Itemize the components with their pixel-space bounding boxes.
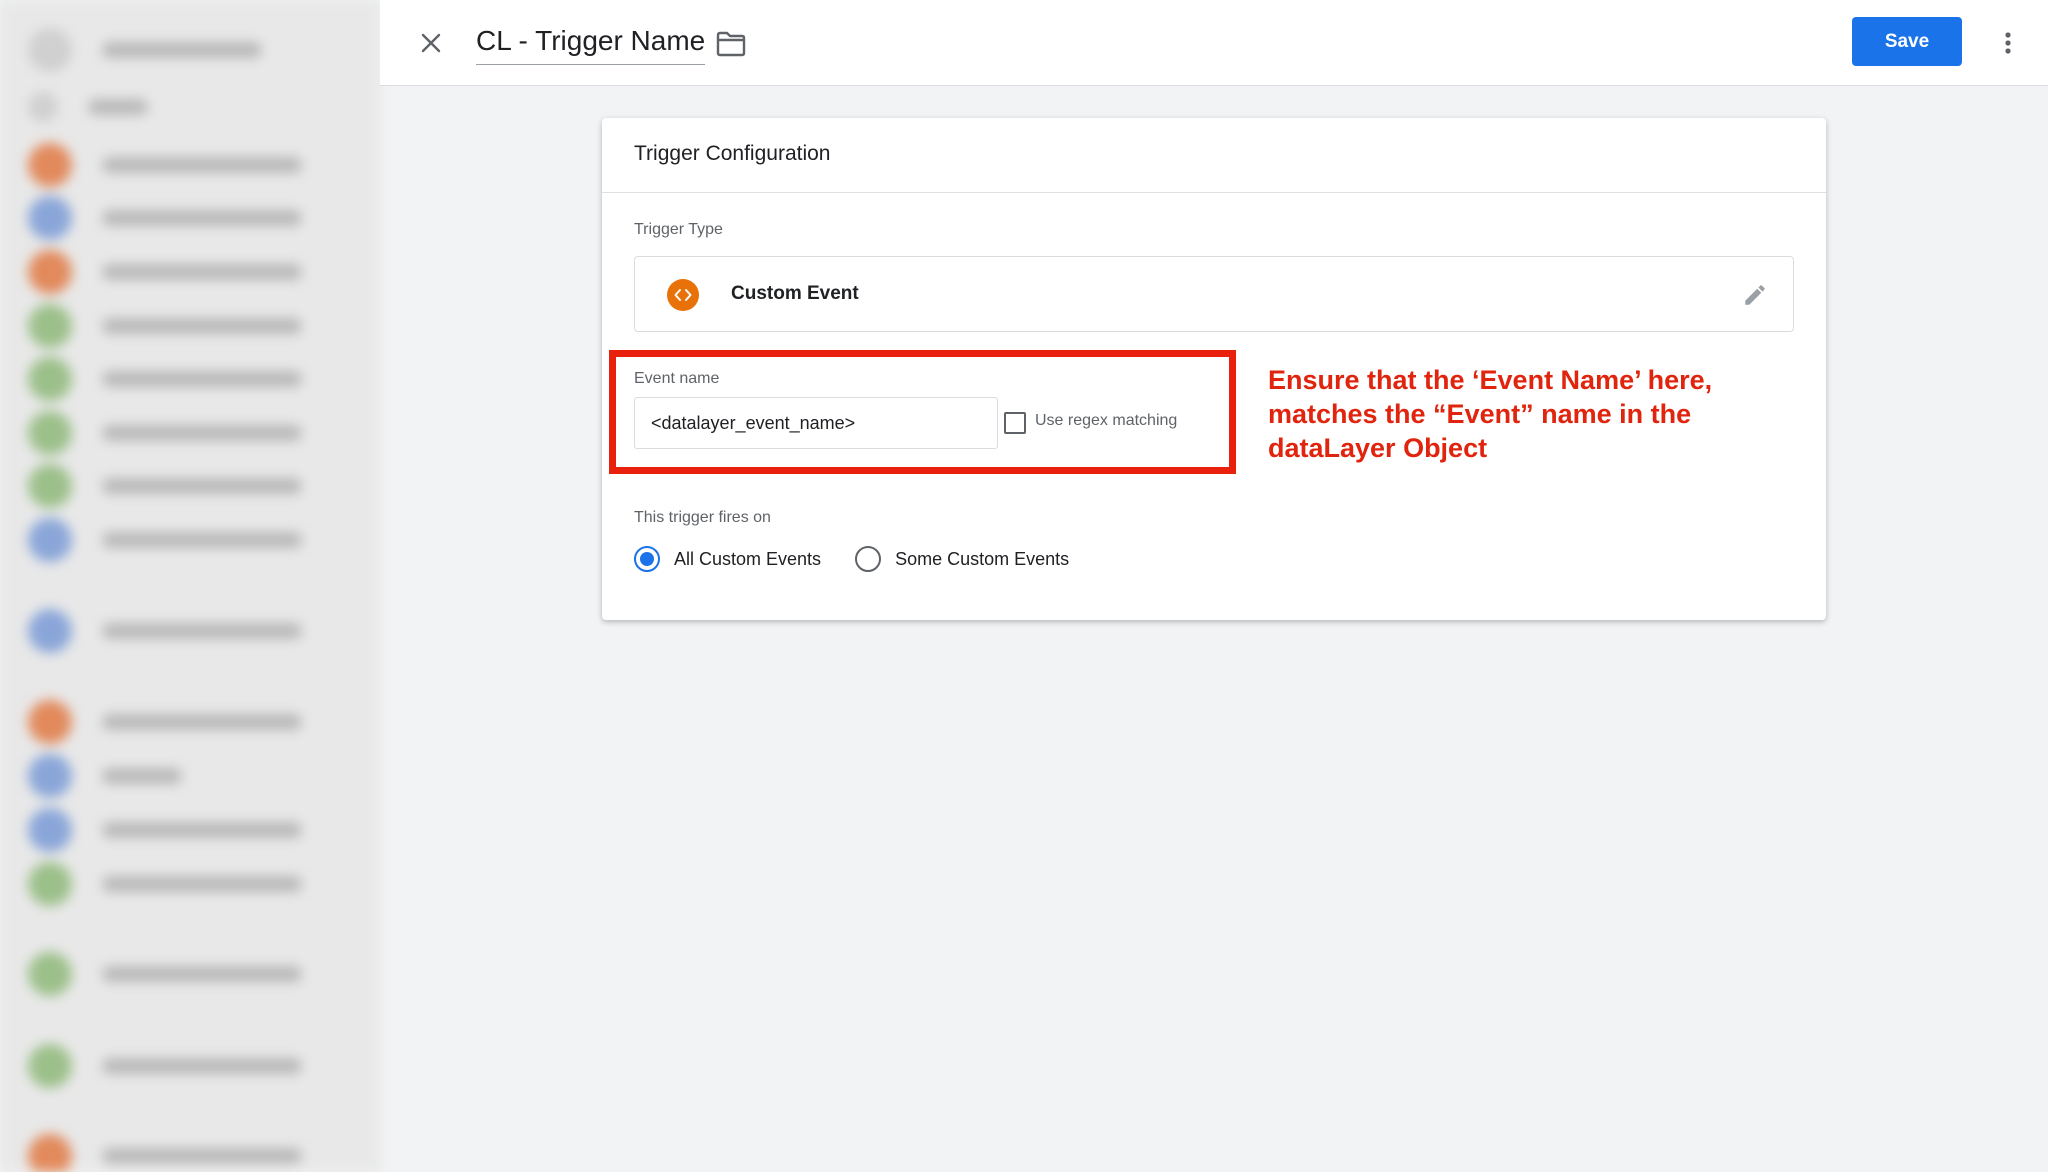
list-item bbox=[28, 1044, 302, 1088]
list-item bbox=[28, 808, 302, 852]
editor-header: CL - Trigger Name Save bbox=[380, 0, 2048, 86]
folder-button[interactable] bbox=[712, 26, 750, 62]
trigger-type-selector[interactable]: Custom Event bbox=[634, 256, 1794, 332]
save-button[interactable]: Save bbox=[1852, 17, 1962, 66]
regex-checkbox-label: Use regex matching bbox=[1035, 412, 1178, 429]
card-title: Trigger Configuration bbox=[634, 142, 831, 165]
trigger-title[interactable]: CL - Trigger Name bbox=[476, 24, 706, 65]
trigger-type-label: Trigger Type bbox=[634, 221, 723, 238]
list-item bbox=[28, 1134, 302, 1172]
regex-checkbox[interactable] bbox=[1004, 412, 1026, 434]
background-list-panel bbox=[0, 0, 380, 1172]
close-button[interactable] bbox=[410, 22, 452, 64]
all-custom-events-label[interactable]: All Custom Events bbox=[674, 549, 821, 570]
card-divider bbox=[602, 192, 1826, 193]
annotation-text: Ensure that the ‘Event Name’ here, match… bbox=[1268, 365, 1713, 463]
some-custom-events-label[interactable]: Some Custom Events bbox=[895, 549, 1069, 570]
list-item bbox=[28, 250, 302, 294]
close-icon bbox=[421, 33, 441, 53]
list-item bbox=[28, 754, 182, 798]
list-item bbox=[28, 952, 302, 996]
more-vert-icon bbox=[2005, 32, 2011, 54]
trigger-type-name: Custom Event bbox=[731, 283, 859, 304]
fires-on-label: This trigger fires on bbox=[634, 509, 771, 526]
custom-event-icon bbox=[667, 279, 699, 311]
pencil-icon[interactable] bbox=[1739, 279, 1771, 311]
list-item bbox=[28, 196, 302, 240]
list-item bbox=[28, 464, 302, 508]
list-item bbox=[28, 357, 302, 401]
list-item bbox=[28, 411, 302, 455]
list-item bbox=[28, 28, 262, 72]
list-item bbox=[28, 304, 302, 348]
folder-icon bbox=[716, 31, 746, 57]
event-name-input[interactable] bbox=[634, 397, 998, 449]
some-custom-events-radio[interactable] bbox=[855, 546, 882, 572]
list-item bbox=[28, 92, 148, 122]
list-item bbox=[28, 700, 302, 744]
list-item bbox=[28, 518, 302, 562]
event-name-label: Event name bbox=[634, 370, 720, 387]
fires-on-radio-group: All Custom Events Some Custom Events bbox=[634, 546, 1069, 572]
all-custom-events-radio[interactable] bbox=[634, 546, 660, 572]
more-options-button[interactable] bbox=[1988, 22, 2028, 64]
list-item bbox=[28, 143, 302, 187]
list-item bbox=[28, 609, 302, 653]
list-item bbox=[28, 862, 302, 906]
